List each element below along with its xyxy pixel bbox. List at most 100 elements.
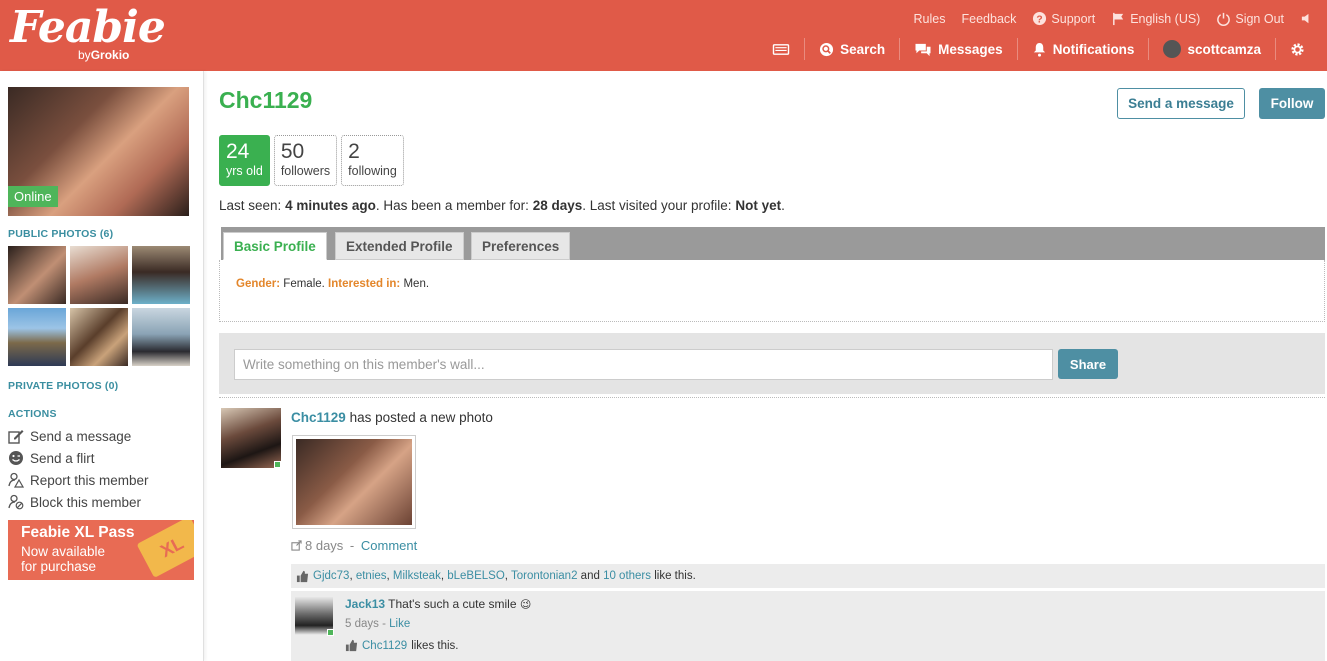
wink-emoji: 😉 xyxy=(519,599,532,611)
nav-notifications[interactable]: Notifications xyxy=(1016,38,1149,60)
nav-messages[interactable]: Messages xyxy=(899,38,1017,60)
keyboard-button[interactable] xyxy=(758,38,804,60)
flag-icon xyxy=(1113,12,1124,26)
others-link[interactable]: 10 others xyxy=(603,570,651,582)
profile-tabs: Basic Profile Extended Profile Preferenc… xyxy=(221,227,1325,260)
liker-link[interactable]: Gjdc73 xyxy=(313,570,349,582)
sign-out-link[interactable]: Sign Out xyxy=(1216,11,1284,26)
send-message-action[interactable]: Send a message xyxy=(8,425,149,447)
xl-pass-subtitle: Now available for purchase xyxy=(21,544,106,574)
language-link[interactable]: English (US) xyxy=(1111,11,1200,26)
post-meta: 8 days - Comment xyxy=(291,538,417,553)
share-button[interactable]: Share xyxy=(1058,349,1118,379)
liker-link[interactable]: etnies xyxy=(356,570,387,582)
last-seen-line: Last seen: 4 minutes ago. Has been a mem… xyxy=(219,198,785,213)
post-photo[interactable] xyxy=(292,435,416,529)
basic-profile-info: Gender: Female. Interested in: Men. xyxy=(236,278,430,290)
sound-toggle[interactable] xyxy=(1300,11,1315,26)
profile-main-photo[interactable]: Online xyxy=(8,87,189,216)
user-avatar xyxy=(1163,40,1182,58)
commenter-avatar[interactable] xyxy=(295,597,334,636)
post-author-avatar[interactable] xyxy=(221,408,281,468)
comment-text: Jack13 That's such a cute smile 😉 xyxy=(345,597,532,611)
thumbs-up-icon xyxy=(296,570,309,582)
power-icon xyxy=(1217,12,1231,26)
comment-item: Jack13 That's such a cute smile 😉 5 days… xyxy=(291,591,1325,661)
send-message-button[interactable]: Send a message xyxy=(1117,88,1245,119)
photo-thumbnail[interactable] xyxy=(70,246,128,304)
user-warning-icon xyxy=(8,472,24,488)
basic-profile-panel: Gender: Female. Interested in: Men. xyxy=(219,260,1325,322)
brand-byline: byGrokio xyxy=(78,48,130,62)
photo-thumbnail[interactable] xyxy=(8,308,66,366)
tab-extended-profile[interactable]: Extended Profile xyxy=(335,232,464,260)
user-block-icon xyxy=(8,494,24,510)
svg-text:?: ? xyxy=(1037,14,1043,25)
commenter-link[interactable]: Jack13 xyxy=(345,597,385,611)
xl-pass-banner[interactable]: Feabie XL Pass Now available for purchas… xyxy=(8,520,194,580)
online-badge: Online xyxy=(8,186,58,207)
gear-icon xyxy=(1291,42,1304,56)
card-icon xyxy=(772,43,790,55)
brand-logo[interactable]: Feabie xyxy=(10,2,166,53)
post-author-link[interactable]: Chc1129 xyxy=(291,410,346,425)
send-flirt-action[interactable]: Send a flirt xyxy=(8,447,149,469)
main-nav: Search Messages Notifications scottcamza xyxy=(758,38,1319,60)
actions-list: Send a message Send a flirt Report this … xyxy=(8,425,149,513)
wall-composer: Share xyxy=(219,333,1325,394)
thumbs-up-icon xyxy=(345,639,358,652)
age-stat: 24 yrs old xyxy=(219,135,270,186)
wall-post-input[interactable] xyxy=(234,349,1053,380)
photo-thumbnail[interactable] xyxy=(8,246,66,304)
comment-liker-link[interactable]: Chc1129 xyxy=(362,640,407,652)
profile-stats: 24 yrs old 50 followers 2 following xyxy=(219,135,404,186)
xl-pass-title: Feabie XL Pass xyxy=(21,524,135,541)
tab-basic-profile[interactable]: Basic Profile xyxy=(223,232,327,260)
liker-link[interactable]: Torontonian2 xyxy=(511,570,578,582)
xl-ticket-icon: XL xyxy=(136,520,194,578)
photo-thumbnail[interactable] xyxy=(132,246,190,304)
comment-likes: Chc1129 likes this. xyxy=(345,639,458,652)
feedback-link[interactable]: Feedback xyxy=(962,11,1017,26)
like-comment-link[interactable]: Like xyxy=(389,618,410,630)
actions-title: ACTIONS xyxy=(8,408,57,420)
nav-user-menu[interactable]: scottcamza xyxy=(1148,38,1275,60)
comment-meta: 5 days - Like xyxy=(345,618,411,630)
search-icon xyxy=(820,42,834,56)
post-header: Chc1129 has posted a new photo xyxy=(291,410,493,425)
top-links: Rules Feedback ? Support English (US) Si… xyxy=(898,11,1315,26)
profile-main: Chc1129 Send a message Follow 24 yrs old… xyxy=(219,71,1325,661)
online-indicator xyxy=(274,461,281,468)
external-link-icon[interactable] xyxy=(291,540,302,551)
photo-thumbnail[interactable] xyxy=(70,308,128,366)
support-link[interactable]: ? Support xyxy=(1032,11,1095,26)
profile-username: Chc1129 xyxy=(219,87,313,113)
question-icon: ? xyxy=(1033,11,1047,25)
bell-icon xyxy=(1033,42,1045,57)
wink-icon xyxy=(9,451,23,465)
rules-link[interactable]: Rules xyxy=(914,11,946,26)
chat-icon xyxy=(915,43,931,56)
compose-icon xyxy=(8,430,24,444)
speaker-icon xyxy=(1301,13,1309,24)
settings-button[interactable] xyxy=(1275,38,1319,60)
followers-stat[interactable]: 50 followers xyxy=(273,135,338,186)
online-indicator xyxy=(327,629,334,636)
block-member-action[interactable]: Block this member xyxy=(8,491,149,513)
divider xyxy=(219,397,1325,398)
public-photos-grid xyxy=(8,246,190,366)
photo-thumbnail[interactable] xyxy=(132,308,190,366)
public-photos-title[interactable]: PUBLIC PHOTOS (6) xyxy=(8,228,113,240)
following-stat[interactable]: 2 following xyxy=(341,135,404,186)
report-member-action[interactable]: Report this member xyxy=(8,469,149,491)
post-likes-bar: Gjdc73, etnies, Milksteak, bLeBELSO, Tor… xyxy=(291,564,1325,588)
liker-link[interactable]: Milksteak xyxy=(393,570,441,582)
comment-link[interactable]: Comment xyxy=(361,538,417,553)
top-header: Feabie byGrokio Rules Feedback ? Support… xyxy=(0,0,1327,71)
liker-link[interactable]: bLeBELSO xyxy=(447,570,505,582)
nav-search[interactable]: Search xyxy=(804,38,899,60)
left-sidebar: Online PUBLIC PHOTOS (6) PRIVATE PHOTOS … xyxy=(0,71,204,661)
tab-preferences[interactable]: Preferences xyxy=(471,232,571,260)
private-photos-title[interactable]: PRIVATE PHOTOS (0) xyxy=(8,380,118,392)
follow-button[interactable]: Follow xyxy=(1259,88,1325,119)
